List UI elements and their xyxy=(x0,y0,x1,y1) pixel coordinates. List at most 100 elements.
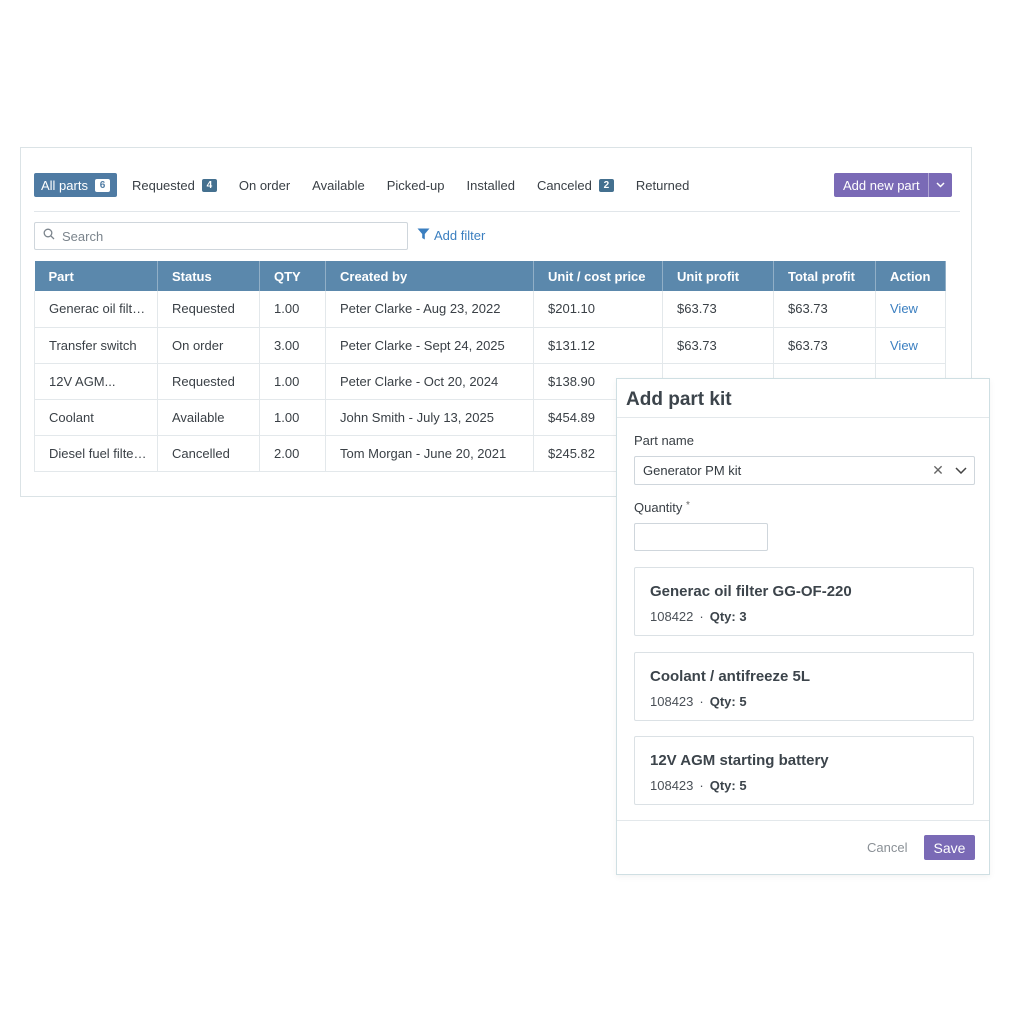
tab-count-badge: 6 xyxy=(94,178,110,192)
column-header-status[interactable]: Status xyxy=(157,261,260,291)
part-name-value: Generator PM kit xyxy=(643,463,742,478)
cell-created-by: Peter Clarke - Sept 24, 2025 xyxy=(325,327,534,364)
kit-item-sku: 108422 xyxy=(650,609,694,624)
search-input[interactable] xyxy=(60,227,384,245)
cell-part: Diesel fuel filte… xyxy=(34,435,158,472)
tab-installed[interactable]: Installed xyxy=(460,173,522,197)
cell-part: Transfer switch xyxy=(34,327,158,364)
cell-created-by: Peter Clarke - Aug 23, 2022 xyxy=(325,291,534,328)
cell-status: Requested xyxy=(157,363,260,400)
table-header-row: Part Status QTY Created by Unit / cost p… xyxy=(34,261,946,291)
quantity-input[interactable] xyxy=(635,524,771,552)
cell-qty: 1.00 xyxy=(259,363,326,400)
cell-created-by: Tom Morgan - June 20, 2021 xyxy=(325,435,534,472)
separator: · xyxy=(699,609,704,624)
add-new-part-button[interactable]: Add new part xyxy=(834,173,952,197)
cell-part: Generac oil filt… xyxy=(34,291,158,328)
cell-action: View xyxy=(875,327,946,364)
kit-item-name: Generac oil filter GG-OF-220 xyxy=(650,583,852,600)
cancel-button[interactable]: Cancel xyxy=(867,840,907,855)
kit-item-meta: 108423 · Qty: 5 xyxy=(650,694,747,709)
divider xyxy=(617,820,989,821)
add-new-part-label: Add new part xyxy=(843,177,920,193)
column-header-part[interactable]: Part xyxy=(34,261,158,291)
dialog-title: Add part kit xyxy=(626,389,732,410)
add-filter-label: Add filter xyxy=(434,228,486,243)
cell-unit-cost-price: $201.10 xyxy=(533,291,663,328)
kit-item-qty: Qty: 3 xyxy=(709,609,747,624)
kit-item[interactable]: 12V AGM starting battery 108423 · Qty: 5 xyxy=(634,736,974,805)
cell-qty: 3.00 xyxy=(259,327,326,364)
cell-unit-profit: $63.73 xyxy=(662,291,774,328)
part-name-select[interactable]: Generator PM kit ✕ xyxy=(634,456,975,485)
kit-item-meta: 108422 · Qty: 3 xyxy=(650,609,747,624)
cell-status: Cancelled xyxy=(157,435,260,472)
chevron-down-icon[interactable] xyxy=(928,173,952,197)
separator: · xyxy=(699,778,704,793)
column-header-created-by[interactable]: Created by xyxy=(325,261,534,291)
clear-icon[interactable]: ✕ xyxy=(928,462,948,479)
part-name-label: Part name xyxy=(634,433,694,448)
cell-status: Requested xyxy=(157,291,260,328)
kit-item-qty: Qty: 5 xyxy=(709,694,747,709)
cell-created-by: Peter Clarke - Oct 20, 2024 xyxy=(325,363,534,400)
tab-canceled[interactable]: Canceled 2 xyxy=(530,173,621,197)
add-filter-button[interactable]: Add filter xyxy=(417,228,485,243)
tab-label: Available xyxy=(312,177,365,193)
save-button[interactable]: Save xyxy=(924,835,975,860)
view-link[interactable]: View xyxy=(890,338,918,353)
divider xyxy=(34,211,960,212)
cell-unit-profit: $63.73 xyxy=(662,327,774,364)
kit-item-sku: 108423 xyxy=(650,778,694,793)
tab-on-order[interactable]: On order xyxy=(232,173,297,197)
tab-count-badge: 2 xyxy=(598,178,614,192)
cell-qty: 1.00 xyxy=(259,291,326,328)
tab-label: On order xyxy=(238,177,291,193)
column-header-total-profit[interactable]: Total profit xyxy=(773,261,876,291)
required-marker: * xyxy=(686,500,690,511)
cell-total-profit: $63.73 xyxy=(773,327,876,364)
column-header-qty[interactable]: QTY xyxy=(259,261,326,291)
tab-count-badge: 4 xyxy=(201,178,217,192)
kit-item[interactable]: Generac oil filter GG-OF-220 108422 · Qty:… xyxy=(634,567,974,636)
table-row[interactable]: Transfer switch On order 3.00 Peter Clar… xyxy=(34,327,946,364)
separator: · xyxy=(699,694,704,709)
quantity-label: Quantity * xyxy=(634,500,690,515)
cell-created-by: John Smith - July 13, 2025 xyxy=(325,399,534,436)
tab-requested[interactable]: Requested 4 xyxy=(125,173,224,197)
quantity-label-text: Quantity xyxy=(634,500,683,515)
cell-action: View xyxy=(875,291,946,328)
cell-part: 12V AGM... xyxy=(34,363,158,400)
search-box[interactable] xyxy=(34,222,408,250)
tab-returned[interactable]: Returned xyxy=(629,173,696,197)
column-header-unit-profit[interactable]: Unit profit xyxy=(662,261,774,291)
quantity-field[interactable] xyxy=(634,523,771,552)
add-part-kit-dialog: Add part kit Part name Generator PM kit … xyxy=(616,378,990,875)
cell-status: Available xyxy=(157,399,260,436)
cell-part: Coolant xyxy=(34,399,158,436)
cell-total-profit: $63.73 xyxy=(773,291,876,328)
kit-item-qty: Qty: 5 xyxy=(709,778,747,793)
column-header-action: Action xyxy=(875,261,946,291)
kit-item-name: 12V AGM starting battery xyxy=(650,752,829,769)
kit-item-name: Coolant / antifreeze 5L xyxy=(650,668,811,685)
view-link[interactable]: View xyxy=(890,301,918,316)
filter-icon xyxy=(417,228,430,243)
tab-label: Picked-up xyxy=(386,177,445,193)
kit-item-sku: 108423 xyxy=(650,694,694,709)
tab-label: All parts xyxy=(41,177,88,193)
tab-picked-up[interactable]: Picked-up xyxy=(380,173,452,197)
cell-qty: 1.00 xyxy=(259,399,326,436)
divider xyxy=(617,417,989,418)
tab-all-parts[interactable]: All parts 6 xyxy=(34,173,117,197)
table-row[interactable]: Generac oil filt… Requested 1.00 Peter C… xyxy=(34,291,946,328)
search-icon xyxy=(43,227,55,245)
kit-item[interactable]: Coolant / antifreeze 5L 108423 · Qty: 5 xyxy=(634,652,974,721)
chevron-down-icon[interactable] xyxy=(948,467,974,474)
cell-qty: 2.00 xyxy=(259,435,326,472)
kit-item-meta: 108423 · Qty: 5 xyxy=(650,778,747,793)
column-header-unit-cost-price[interactable]: Unit / cost price xyxy=(533,261,663,291)
cell-unit-cost-price: $131.12 xyxy=(533,327,663,364)
tab-label: Canceled xyxy=(536,177,592,193)
tab-available[interactable]: Available xyxy=(305,173,372,197)
